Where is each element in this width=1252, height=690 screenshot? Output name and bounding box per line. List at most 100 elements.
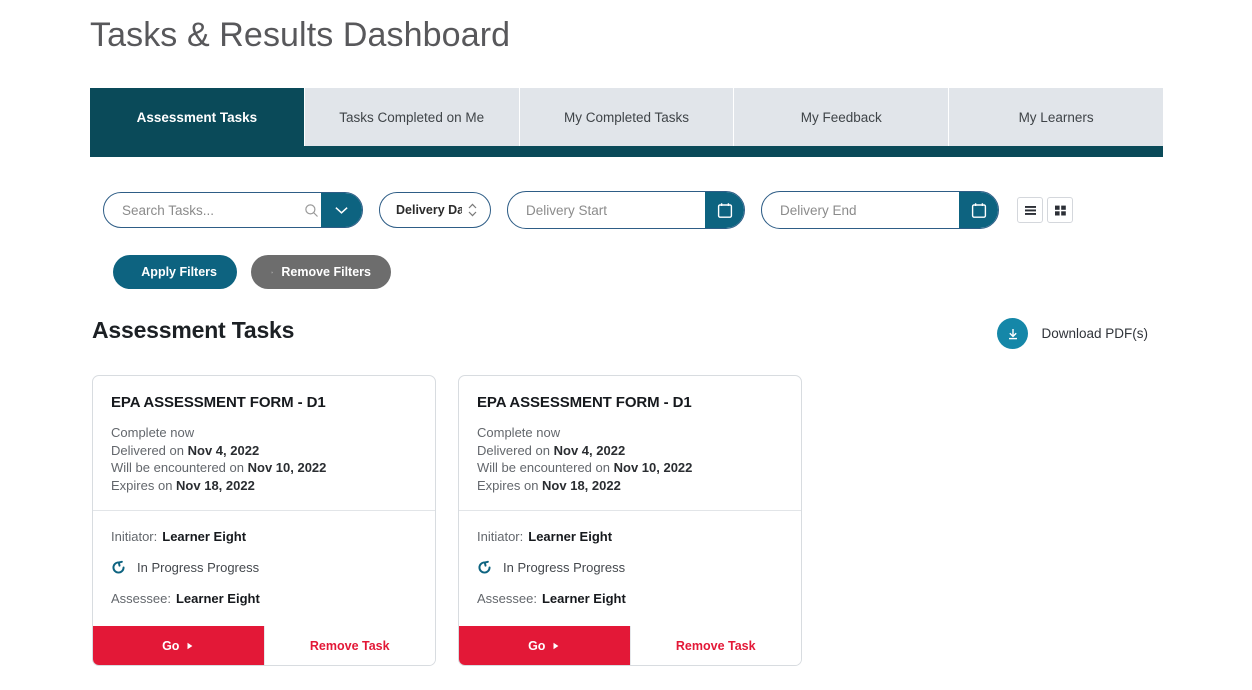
arrow-right-icon <box>553 642 559 649</box>
list-view-button[interactable] <box>1017 197 1043 223</box>
delivered-label: Delivered on <box>111 442 184 458</box>
delivery-end-calendar-button[interactable] <box>959 192 998 228</box>
arrow-right-icon <box>187 642 193 649</box>
delivery-end-group <box>761 191 999 229</box>
go-button[interactable]: Go <box>93 626 264 665</box>
search-dropdown-button[interactable] <box>321 193 362 227</box>
initiator-row: Initiator: Learner Eight <box>477 529 783 544</box>
filter-bar: Delivery Date <box>103 191 1073 229</box>
tab-label: My Completed Tasks <box>563 109 690 125</box>
grid-view-icon <box>1054 205 1066 215</box>
assessee-name: Learner Eight <box>541 591 626 606</box>
delivery-start-input[interactable] <box>508 192 705 228</box>
task-delivered-line: Delivered on Nov 4, 2022 <box>477 442 783 460</box>
sort-select-value: Delivery Date <box>396 203 462 217</box>
task-title: EPA ASSESSMENT FORM - D1 <box>111 394 326 411</box>
assessee-label: Assessee: <box>111 591 171 606</box>
task-card-header: EPA ASSESSMENT FORM - D1 Complete now De… <box>93 376 435 510</box>
list-view-icon <box>1024 205 1036 215</box>
status-row: In Progress Progress <box>111 560 417 575</box>
remove-task-button[interactable]: Remove Task <box>263 626 435 665</box>
delivery-start-group <box>507 191 745 229</box>
task-complete-now: Complete now <box>111 425 195 440</box>
tab-tasks-completed-on-me[interactable]: Tasks Completed on Me <box>304 88 520 146</box>
tab-label: My Feedback <box>800 109 882 125</box>
task-complete-now: Complete now <box>477 425 561 440</box>
task-card: EPA ASSESSMENT FORM - D1 Complete now De… <box>92 375 436 666</box>
expires-date: Nov 18, 2022 <box>542 477 621 493</box>
progress-spinner-icon <box>477 560 492 575</box>
sort-select[interactable]: Delivery Date <box>379 192 491 228</box>
delivery-end-input[interactable] <box>762 192 959 228</box>
task-delivered-line: Delivered on Nov 4, 2022 <box>111 442 417 460</box>
status-text: In Progress Progress <box>137 560 260 575</box>
go-button-label: Go <box>162 638 180 653</box>
task-card-list: EPA ASSESSMENT FORM - D1 Complete now De… <box>92 375 802 666</box>
task-card: EPA ASSESSMENT FORM - D1 Complete now De… <box>458 375 802 666</box>
assessee-label: Assessee: <box>477 591 537 606</box>
download-pdfs-button[interactable]: Download PDF(s) <box>997 318 1148 349</box>
initiator-name: Learner Eight <box>528 529 613 544</box>
delivery-start-calendar-button[interactable] <box>705 192 744 228</box>
search-icon <box>301 193 321 227</box>
delivered-label: Delivered on <box>477 442 550 458</box>
tab-my-learners[interactable]: My Learners <box>949 88 1163 146</box>
search-input[interactable] <box>104 193 301 227</box>
assessee-name: Learner Eight <box>175 591 260 606</box>
task-meta: Complete now Delivered on Nov 4, 2022 Wi… <box>111 424 417 494</box>
progress-spinner-icon <box>111 560 126 575</box>
tab-label: My Learners <box>1018 109 1094 125</box>
calendar-icon <box>717 202 732 218</box>
task-expires-line: Expires on Nov 18, 2022 <box>477 477 783 495</box>
dashboard-page: Tasks & Results Dashboard Assessment Tas… <box>0 0 1252 690</box>
initiator-name: Learner Eight <box>162 529 247 544</box>
tab-active-underline <box>90 146 1163 157</box>
task-expires-line: Expires on Nov 18, 2022 <box>111 477 417 495</box>
initiator-label: Initiator: <box>111 529 158 544</box>
tab-assessment-tasks[interactable]: Assessment Tasks <box>90 88 305 146</box>
tab-bar: Assessment Tasks Tasks Completed on Me M… <box>90 88 1163 146</box>
encounter-label: Will be encountered on <box>111 460 244 475</box>
remove-task-button[interactable]: Remove Task <box>629 626 801 665</box>
tab-label: Assessment Tasks <box>136 109 258 125</box>
download-icon <box>997 318 1029 349</box>
task-card-footer: Go Remove Task <box>459 626 801 665</box>
chevron-down-icon <box>335 207 348 214</box>
apply-filters-button[interactable]: Apply Filters <box>113 255 237 289</box>
tab-my-completed-tasks[interactable]: My Completed Tasks <box>519 88 735 146</box>
status-text: In Progress Progress <box>503 560 626 575</box>
task-card-body: Initiator: Learner Eight In Progress Pro… <box>93 511 435 626</box>
remove-task-label: Remove Task <box>675 638 756 653</box>
apply-filters-label: Apply Filters <box>141 265 217 279</box>
calendar-icon <box>971 202 986 218</box>
initiator-row: Initiator: Learner Eight <box>111 529 417 544</box>
filter-action-bar: Apply Filters Remove Filters <box>113 255 391 289</box>
section-title: Assessment Tasks <box>92 317 295 343</box>
encounter-date: Nov 10, 2022 <box>613 460 693 475</box>
task-encounter-line: Will be encountered on Nov 10, 2022 <box>477 459 783 477</box>
view-toggle-group <box>1017 197 1073 223</box>
expires-date: Nov 18, 2022 <box>176 477 255 493</box>
encounter-label: Will be encountered on <box>477 460 610 475</box>
task-meta: Complete now Delivered on Nov 4, 2022 Wi… <box>477 424 783 494</box>
delivered-date: Nov 4, 2022 <box>553 442 626 458</box>
tab-label: Tasks Completed on Me <box>339 109 485 125</box>
go-button-label: Go <box>528 638 546 653</box>
expires-label: Expires on <box>111 477 173 493</box>
task-card-header: EPA ASSESSMENT FORM - D1 Complete now De… <box>459 376 801 510</box>
task-card-footer: Go Remove Task <box>93 626 435 665</box>
encounter-date: Nov 10, 2022 <box>247 460 327 475</box>
search-field-group <box>103 192 363 228</box>
assessee-row: Assessee: Learner Eight <box>111 591 417 606</box>
task-encounter-line: Will be encountered on Nov 10, 2022 <box>111 459 417 477</box>
task-title: EPA ASSESSMENT FORM - D1 <box>477 394 692 411</box>
tab-my-feedback[interactable]: My Feedback <box>734 88 950 146</box>
status-row: In Progress Progress <box>477 560 783 575</box>
grid-view-button[interactable] <box>1047 197 1073 223</box>
chevron-updown-icon <box>468 203 477 217</box>
remove-filters-label: Remove Filters <box>281 265 371 279</box>
go-button[interactable]: Go <box>459 626 630 665</box>
close-icon <box>271 271 274 273</box>
remove-filters-button[interactable]: Remove Filters <box>251 255 391 289</box>
download-pdfs-label: Download PDF(s) <box>1041 326 1148 341</box>
